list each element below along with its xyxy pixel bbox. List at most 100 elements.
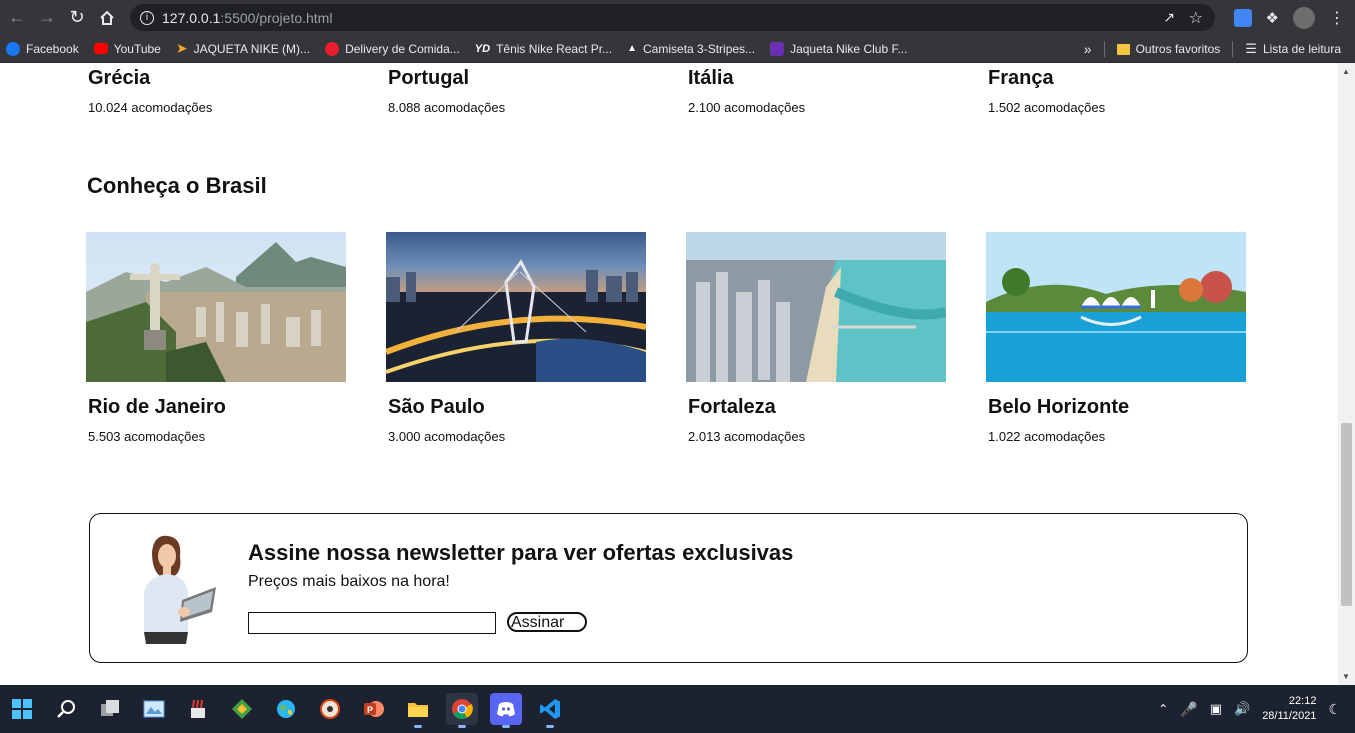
scrollbar-thumb[interactable] <box>1341 423 1352 606</box>
search-icon[interactable] <box>50 693 82 725</box>
destination-count: 5.503 acomodações <box>88 429 206 444</box>
destination-name: Fortaleza <box>688 396 776 418</box>
store-n-icon <box>770 41 785 56</box>
clock-time: 22:12 <box>1288 695 1317 707</box>
destination-count: 2.100 acomodações <box>688 100 806 115</box>
bookmark-camiseta[interactable]: ▲ Camiseta 3-Stripes... <box>627 42 755 56</box>
home-icon[interactable] <box>92 3 122 33</box>
start-icon[interactable] <box>6 693 38 725</box>
bookmark-tenis-nike[interactable]: YD Tênis Nike React Pr... <box>475 42 612 56</box>
chevron-up-icon[interactable]: ⌃ <box>1158 702 1168 716</box>
other-favorites[interactable]: Outros favoritos <box>1116 42 1221 56</box>
bookmark-delivery[interactable]: Delivery de Comida... <box>325 41 460 56</box>
bookmark-jaqueta-nike[interactable]: ➤ JAQUETA NIKE (M)... <box>176 40 310 57</box>
destination-card-sao-paulo[interactable]: São Paulo 3.000 acomodações <box>386 232 646 444</box>
url-path: :5500/projeto.html <box>220 9 333 26</box>
bookmark-label: Delivery de Comida... <box>345 41 460 56</box>
bookmark-label: Jaqueta Nike Club F... <box>790 41 908 56</box>
destination-card-belo-horizonte[interactable]: Belo Horizonte 1.022 acomodações <box>986 232 1246 444</box>
section-title: Conheça o Brasil <box>87 173 267 198</box>
translate-extension-icon[interactable] <box>1233 8 1252 27</box>
divider <box>1232 41 1234 57</box>
destination-card[interactable]: Grécia 10.024 acomodações <box>86 67 346 115</box>
bookmark-label: Tênis Nike React Pr... <box>496 41 613 56</box>
page-viewport: Grécia 10.024 acomodações Portugal 8.088 a… <box>0 63 1338 685</box>
destination-card[interactable]: Portugal 8.088 acomodações <box>386 67 646 115</box>
vscode-icon[interactable] <box>534 693 566 728</box>
sao-paulo-photo[interactable] <box>386 232 646 382</box>
reading-list-label: Lista de leitura <box>1262 42 1341 56</box>
fortaleza-photo[interactable] <box>686 232 946 382</box>
paint-app-icon[interactable] <box>182 693 214 725</box>
info-icon[interactable]: i <box>140 10 154 25</box>
media-player-icon[interactable] <box>314 693 346 725</box>
destination-name: Grécia <box>88 67 151 89</box>
reading-list[interactable]: ☰ Lista de leitura <box>1245 41 1341 57</box>
bookmark-youtube[interactable]: YouTube <box>93 41 161 56</box>
windows-taskbar: P ⌃ 🎤 ▣ 🔊 22:12 28/11/2021 ☾ <box>0 685 1355 733</box>
extensions-icon[interactable]: ❖ <box>1266 9 1279 27</box>
bookmark-facebook[interactable]: Facebook <box>6 41 79 56</box>
europe-destinations: Grécia 10.024 acomodações Portugal 8.088 a… <box>86 67 1246 115</box>
facebook-icon <box>6 41 20 56</box>
browser-toolbar: ← → ↻ i 127.0.0.1:5500/projeto.html ↗ ☆ … <box>0 0 1355 35</box>
discord-icon[interactable] <box>490 693 522 728</box>
task-view-icon[interactable] <box>94 693 126 725</box>
back-icon[interactable]: ← <box>2 3 32 33</box>
star-icon[interactable]: ☆ <box>1189 8 1203 28</box>
destination-name: Rio de Janeiro <box>88 396 226 418</box>
chrome-icon[interactable] <box>446 693 478 728</box>
destination-name: Belo Horizonte <box>988 396 1130 418</box>
share-icon[interactable]: ↗ <box>1163 9 1175 26</box>
profile-avatar[interactable] <box>1293 6 1315 29</box>
url-host: 127.0.0.1 <box>162 9 221 26</box>
youtube-icon <box>93 43 108 54</box>
bookmark-label: Camiseta 3-Stripes... <box>643 41 756 56</box>
running-indicator <box>502 725 510 728</box>
destination-card-fortaleza[interactable]: Fortaleza 2.013 acomodações <box>686 232 946 444</box>
microphone-icon[interactable]: 🎤 <box>1180 701 1197 718</box>
reading-list-icon: ☰ <box>1245 41 1257 56</box>
other-favorites-label: Outros favoritos <box>1135 42 1221 56</box>
bookmark-jaqueta-club[interactable]: Jaqueta Nike Club F... <box>770 41 908 56</box>
globe-app-icon[interactable] <box>270 693 302 725</box>
destination-card[interactable]: Itália 2.100 acomodações <box>686 67 946 115</box>
photos-app-icon[interactable] <box>138 693 170 725</box>
network-icon[interactable]: ▣ <box>1210 701 1222 717</box>
address-bar[interactable]: i 127.0.0.1:5500/projeto.html ↗ ☆ <box>130 4 1215 31</box>
destination-name: São Paulo <box>388 396 485 418</box>
forward-icon[interactable]: → <box>32 3 62 33</box>
menu-icon[interactable]: ⋮ <box>1329 8 1345 28</box>
file-explorer-icon[interactable] <box>402 693 434 728</box>
newsletter-email-input[interactable] <box>248 612 496 634</box>
scroll-down-icon[interactable]: ▼ <box>1342 672 1350 681</box>
destination-card-rio[interactable]: Rio de Janeiro 5.503 acomodações <box>86 232 346 444</box>
adidas-icon: ▲ <box>627 43 638 54</box>
destination-name: Portugal <box>388 67 470 89</box>
bookmark-label: Facebook <box>26 41 79 56</box>
brasil-destinations: Rio de Janeiro 5.503 acomodações São Pau… <box>86 232 1246 444</box>
destination-count: 2.013 acomodações <box>688 429 806 444</box>
rio-photo[interactable] <box>86 232 346 382</box>
destination-count: 10.024 acomodações <box>88 100 213 115</box>
subscribe-button[interactable]: Assinar <box>507 612 587 632</box>
powerpoint-icon[interactable]: P <box>358 693 390 725</box>
more-bookmarks-button[interactable]: » <box>1084 41 1092 57</box>
clock[interactable]: 22:12 28/11/2021 <box>1262 694 1316 724</box>
destination-name: Itália <box>688 67 734 89</box>
bookmark-label: YouTube <box>113 41 161 56</box>
focus-assist-icon[interactable]: ☾ <box>1328 701 1341 718</box>
page-scrollbar[interactable]: ▲ ▼ <box>1338 63 1355 685</box>
reload-icon[interactable]: ↻ <box>62 3 92 33</box>
belo-horizonte-photo[interactable] <box>986 232 1246 382</box>
scroll-up-icon[interactable]: ▲ <box>1342 67 1350 76</box>
folder-icon <box>1116 43 1130 55</box>
store-logo-icon: YD <box>474 42 491 55</box>
git-app-icon[interactable] <box>226 693 258 725</box>
system-tray: ⌃ 🎤 ▣ 🔊 22:12 28/11/2021 ☾ <box>1158 685 1341 733</box>
destination-name: França <box>988 67 1054 89</box>
destination-card[interactable]: França 1.502 acomodações <box>986 67 1246 115</box>
bookmarks-bar: Facebook YouTube ➤ JAQUETA NIKE (M)... De… <box>0 35 1355 63</box>
running-indicator <box>458 725 466 728</box>
volume-icon[interactable]: 🔊 <box>1234 701 1250 717</box>
